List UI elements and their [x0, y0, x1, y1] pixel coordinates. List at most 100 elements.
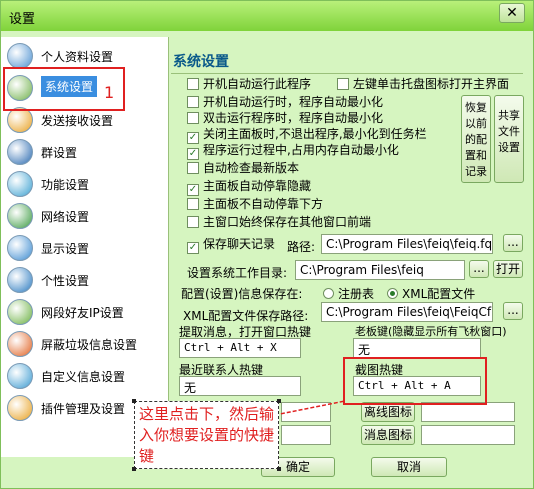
path-label: 路径: [287, 240, 316, 254]
open-dir-button[interactable]: 打开 [493, 260, 523, 278]
sidebar-item-label: 显示设置 [41, 242, 90, 256]
annotation-highlight-screenshot [343, 357, 487, 405]
checkbox-label: 开机自动运行时，程序自动最小化 [203, 95, 384, 109]
sidebar-item-label: 网段好友IP设置 [41, 306, 124, 320]
sidebar-item-5[interactable]: 网络设置 [3, 201, 167, 231]
function-icon [7, 171, 33, 197]
note-handle-bl [132, 467, 136, 471]
checkbox-label: 主面板自动停靠隐藏 [203, 179, 312, 193]
sidebar-item-label: 发送接收设置 [41, 114, 114, 128]
sidebar-item-label: 插件管理及设置 [41, 402, 126, 416]
checkbox-label: 主面板不自动停靠下方 [203, 197, 324, 211]
radio-registry[interactable]: 注册表 [323, 285, 374, 302]
path-browse-button[interactable]: ... [503, 234, 523, 252]
radio-registry-label: 注册表 [338, 287, 375, 301]
xml-path-input[interactable]: C:\Program Files\feiq\FeiqCf [321, 302, 493, 322]
checkbox-8[interactable]: 主面板不自动停靠下方 [187, 195, 323, 212]
sidebar-item-4[interactable]: 功能设置 [3, 169, 167, 199]
checkbox-label: 关闭主面板时,不退出程序,最小化到任务栏 [203, 127, 427, 141]
chat-log-path-input[interactable]: C:\Program Files\feiq\feiq.fq [321, 234, 493, 254]
panel-title: 系统设置 [173, 54, 229, 70]
checkbox-box: ✓ [187, 242, 199, 254]
hidden-hotkey-input-2[interactable] [281, 425, 331, 445]
checkbox-label: 保存聊天记录 [203, 237, 276, 251]
checkbox-2[interactable]: 开机自动运行时，程序自动最小化 [187, 93, 383, 110]
checkbox-9[interactable]: 主窗口始终保存在其他窗口前端 [187, 213, 371, 230]
boss-key-label: 老板键(隐藏显示所有飞秋窗口) [355, 325, 507, 338]
offline-icon-button[interactable]: 离线图标 [361, 402, 415, 422]
block-icon [7, 331, 33, 357]
sidebar-item-label: 个人资料设置 [41, 50, 114, 64]
recent-contact-input[interactable]: 无 [179, 376, 301, 396]
sidebar-item-7[interactable]: 个性设置 [3, 265, 167, 295]
note-handle-br [277, 467, 281, 471]
note-handle-tr [277, 399, 281, 403]
xml-path-browse-button[interactable]: ... [503, 302, 523, 320]
checkbox-box [187, 216, 199, 228]
radio-xml-label: XML配置文件 [402, 287, 476, 301]
workdir-input[interactable]: C:\Program Files\feiq [295, 260, 465, 280]
checkbox-box [187, 78, 199, 90]
sidebar-item-label: 网络设置 [41, 210, 90, 224]
divider [171, 73, 523, 74]
plugin-icon [7, 395, 33, 421]
cancel-button[interactable]: 取消 [371, 457, 447, 477]
checkbox-label: 程序运行过程中,占用内存自动最小化 [203, 143, 399, 157]
personalize-icon [7, 267, 33, 293]
person-icon [7, 43, 33, 69]
custom-info-icon [7, 363, 33, 389]
sidebar-item-9[interactable]: 屏蔽垃圾信息设置 [3, 329, 167, 359]
checkbox-6[interactable]: 自动检查最新版本 [187, 159, 299, 176]
sidebar-item-8[interactable]: 网段好友IP设置 [3, 297, 167, 327]
checkbox-7[interactable]: ✓ 主面板自动停靠隐藏 [187, 177, 311, 196]
xml-path-label: XML配置文件保存路径: [183, 309, 309, 323]
close-button[interactable]: ✕ [499, 3, 525, 23]
sidebar-item-label: 功能设置 [41, 178, 90, 192]
sidebar-item-label: 个性设置 [41, 274, 90, 288]
annotation-arrow [274, 400, 346, 416]
radio-xml-dot [387, 288, 398, 299]
sidebar-item-label: 屏蔽垃圾信息设置 [41, 338, 138, 352]
sidebar-item-label: 自定义信息设置 [41, 370, 126, 384]
note-handle-tl [132, 399, 136, 403]
checkbox-0[interactable]: 开机自动运行此程序 [187, 75, 311, 92]
boss-key-input[interactable]: 无 [353, 338, 481, 358]
checkbox-10[interactable]: ✓ 保存聊天记录 [187, 235, 275, 254]
restore-config-button[interactable]: 恢复以前的配置和记录 [461, 95, 491, 183]
group-icon [7, 139, 33, 165]
checkbox-box [187, 198, 199, 210]
workdir-browse-button[interactable]: ... [469, 260, 489, 278]
config-save-label: 配置(设置)信息保存在: [181, 287, 303, 301]
checkbox-box [337, 78, 349, 90]
checkbox-label: 主窗口始终保存在其他窗口前端 [203, 215, 372, 229]
radio-xml[interactable]: XML配置文件 [387, 285, 475, 302]
annotation-number: 1 [104, 83, 115, 102]
radio-registry-dot [323, 288, 334, 299]
network-icon [7, 203, 33, 229]
offline-icon-input[interactable] [421, 402, 515, 422]
display-icon [7, 235, 33, 261]
window-title: 设置 [9, 12, 36, 27]
checkbox-label: 开机自动运行此程序 [203, 77, 312, 91]
workdir-label: 设置系统工作目录: [187, 266, 288, 280]
checkbox-label: 双击运行程序时，程序自动最小化 [203, 111, 384, 125]
settings-window: 设置 ✕ 个人资料设置 系统设置发送接收设置群设置功能设置网络设置显示设置个性设置… [0, 0, 534, 489]
checkbox-5[interactable]: ✓ 程序运行过程中,占用内存自动最小化 [187, 141, 399, 160]
message-icon-button[interactable]: 消息图标 [361, 425, 415, 445]
checkbox-3[interactable]: 双击运行程序时，程序自动最小化 [187, 109, 383, 126]
checkbox-1[interactable]: 左键单击托盘图标打开主界面 [337, 75, 509, 92]
annotation-note: 这里点击下，然后输入你想要设置的快捷键 [134, 401, 279, 469]
message-icon-input[interactable] [421, 425, 515, 445]
checkbox-label: 左键单击托盘图标打开主界面 [353, 77, 510, 91]
share-files-button[interactable]: 共享文件设置 [494, 95, 524, 183]
sidebar-item-10[interactable]: 自定义信息设置 [3, 361, 167, 391]
close-icon: ✕ [506, 5, 518, 21]
title-bar: 设置 ✕ [1, 1, 533, 31]
checkbox-label: 自动检查最新版本 [203, 161, 300, 175]
checkbox-box [187, 96, 199, 108]
segment-icon [7, 299, 33, 325]
hotkey-extract-input[interactable]: Ctrl + Alt + X [179, 338, 301, 358]
sidebar-item-3[interactable]: 群设置 [3, 137, 167, 167]
sidebar-item-6[interactable]: 显示设置 [3, 233, 167, 263]
checkbox-box [187, 162, 199, 174]
